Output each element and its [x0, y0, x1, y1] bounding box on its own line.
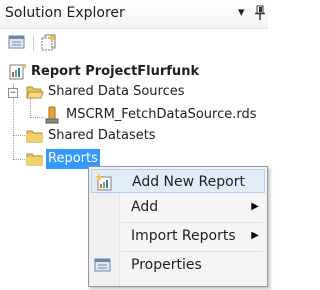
- shared-datasets-label: Shared Datasets: [48, 128, 156, 143]
- menu-item-properties[interactable]: Properties: [91, 253, 265, 277]
- window-title: Solution Explorer: [5, 5, 125, 21]
- add-new-report-icon: [95, 173, 112, 191]
- menu-item-add[interactable]: Add ▶: [91, 195, 265, 219]
- solution-explorer-title-bar: Solution Explorer ▾: [0, 0, 268, 29]
- collapse-toggle[interactable]: −: [8, 88, 18, 98]
- folder-icon: [26, 153, 43, 166]
- project-label: Report ProjectFlurfunk: [31, 64, 200, 79]
- folder-icon: [26, 130, 43, 143]
- window-position-dropdown[interactable]: ▾: [238, 5, 245, 20]
- properties-toolbar-button[interactable]: [8, 33, 26, 51]
- tree-node-data-source[interactable]: MSCRM_FetchDataSource.rds: [0, 105, 268, 125]
- show-all-files-icon: [41, 34, 56, 51]
- submenu-arrow-icon: ▶: [251, 201, 259, 212]
- menu-separator: [121, 222, 263, 223]
- tree-node-shared-datasets[interactable]: Shared Datasets: [0, 126, 268, 146]
- submenu-arrow-icon: ▶: [251, 230, 259, 241]
- reports-context-menu: Add New Report Add ▶ Import Reports ▶ Pr…: [88, 166, 268, 287]
- show-all-files-toolbar-button[interactable]: [40, 33, 58, 51]
- menu-item-add-new-report[interactable]: Add New Report: [91, 169, 265, 193]
- menu-separator: [121, 251, 263, 252]
- menu-item-label: Add: [131, 199, 159, 215]
- properties-icon: [94, 258, 111, 272]
- toolbar-separator: [33, 35, 34, 51]
- report-project-icon: [9, 64, 26, 80]
- menu-item-label: Properties: [131, 257, 202, 273]
- shared-data-sources-label: Shared Data Sources: [48, 84, 185, 99]
- data-source-icon: [45, 106, 59, 124]
- menu-item-import-reports[interactable]: Import Reports ▶: [91, 224, 265, 248]
- folder-open-icon: [26, 86, 44, 99]
- tree-node-project[interactable]: Report ProjectFlurfunk: [0, 62, 268, 82]
- properties-icon: [8, 35, 25, 49]
- tree-node-shared-data-sources[interactable]: − Shared Data Sources: [0, 82, 268, 102]
- menu-item-label: Add New Report: [132, 174, 245, 190]
- pin-icon[interactable]: [254, 5, 266, 21]
- menu-item-label: Import Reports: [131, 228, 236, 244]
- solution-explorer-toolbar: [0, 29, 268, 55]
- data-source-label: MSCRM_FetchDataSource.rds: [66, 107, 257, 122]
